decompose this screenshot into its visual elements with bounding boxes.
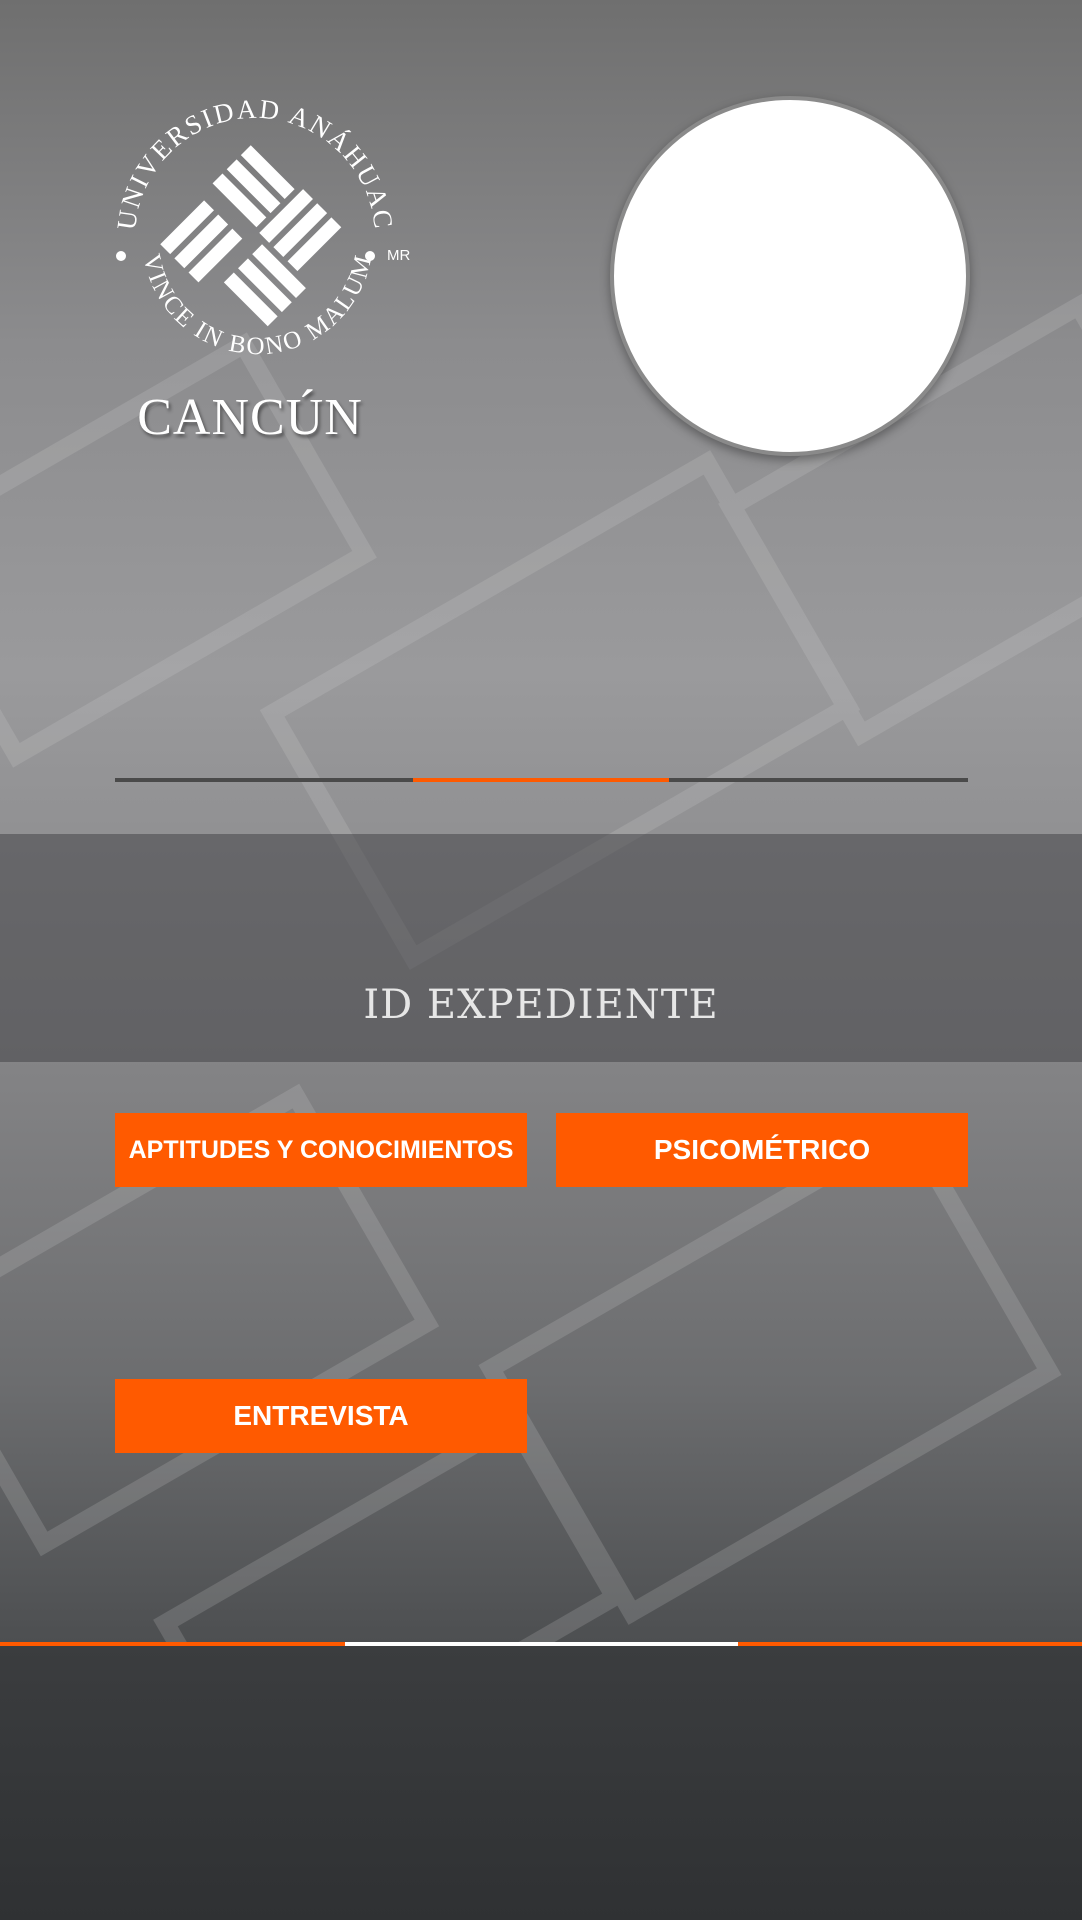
profile-photo[interactable] bbox=[610, 96, 970, 456]
expediente-id-label: ID EXPEDIENTE bbox=[363, 982, 719, 1028]
university-logo: UNIVERSIDAD ANÁHUAC VINCE IN BONO MALUM … bbox=[105, 88, 425, 468]
logo-seal-icon: UNIVERSIDAD ANÁHUAC VINCE IN BONO MALUM … bbox=[111, 94, 411, 361]
svg-text:MR: MR bbox=[387, 247, 410, 264]
psicometrico-button[interactable]: PSICOMÉTRICO bbox=[556, 1113, 968, 1187]
step-progress-indicator bbox=[115, 778, 968, 782]
expediente-band: ID EXPEDIENTE bbox=[0, 834, 1082, 1062]
campus-name: CANCÚN bbox=[137, 389, 363, 446]
bottom-bar bbox=[0, 1646, 1082, 1920]
aptitudes-button[interactable]: APTITUDES Y CONOCIMIENTOS bbox=[115, 1113, 527, 1187]
entrevista-button[interactable]: ENTREVISTA bbox=[115, 1379, 527, 1453]
active-step-segment bbox=[413, 778, 669, 782]
